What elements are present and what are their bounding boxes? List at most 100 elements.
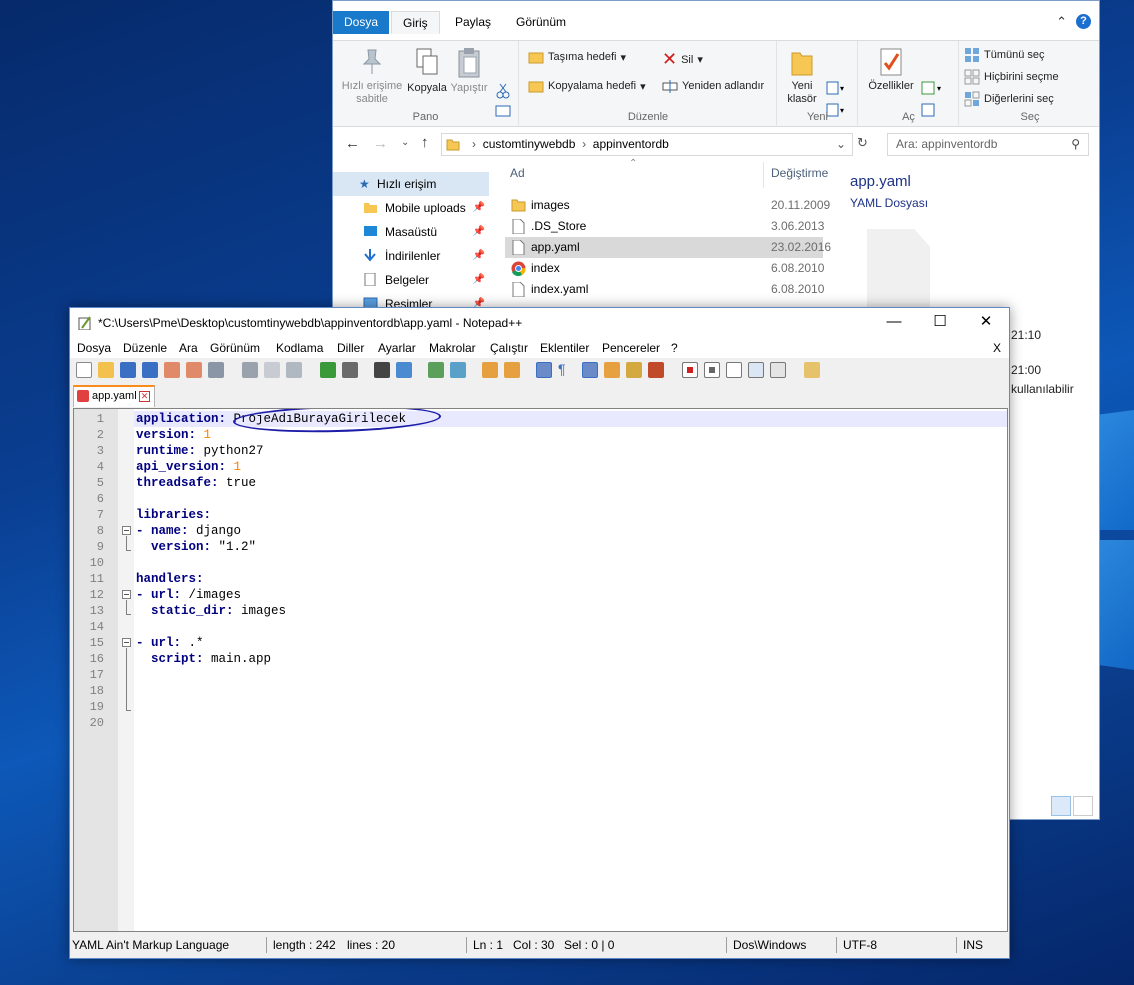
play-macro-icon[interactable]	[726, 362, 742, 378]
file-row[interactable]: images 20.11.2009	[505, 195, 830, 216]
menu-macro[interactable]: Makrolar	[429, 341, 476, 355]
code-line[interactable]: 14	[74, 619, 1007, 635]
menu-view[interactable]: Görünüm	[210, 341, 260, 355]
indent-guide-icon[interactable]	[582, 362, 598, 378]
undo-icon[interactable]	[320, 362, 336, 378]
large-icons-view-icon[interactable]	[1073, 796, 1093, 816]
menu-encoding[interactable]: Kodlama	[276, 341, 323, 355]
close-all-icon[interactable]	[186, 362, 202, 378]
find-icon[interactable]	[374, 362, 390, 378]
zoom-out-icon[interactable]	[450, 362, 466, 378]
window-title-bar[interactable]: *C:\Users\Pme\Desktop\customtinywebdb\ap…	[70, 308, 1009, 338]
nav-mobile-uploads[interactable]: Mobile uploads 📌	[333, 196, 489, 220]
code-line[interactable]: 12 - url: /images	[74, 587, 1007, 603]
file-row[interactable]: .DS_Store 3.06.2013	[505, 216, 824, 237]
paste-icon[interactable]	[286, 362, 302, 378]
save-macro-icon[interactable]	[770, 362, 786, 378]
copy-button[interactable]: Kopyala	[405, 47, 449, 95]
nav-downloads[interactable]: İndirilenler 📌	[333, 244, 489, 268]
new-file-icon[interactable]	[76, 362, 92, 378]
recent-locations-icon[interactable]: ⌄	[401, 137, 409, 148]
up-arrow-icon[interactable]: ↑	[421, 134, 429, 151]
redo-icon[interactable]	[342, 362, 358, 378]
udl-icon[interactable]	[604, 362, 620, 378]
column-header-name[interactable]: Ad	[510, 166, 525, 180]
close-file-icon[interactable]	[164, 362, 180, 378]
menu-search[interactable]: Ara	[179, 341, 198, 355]
code-line[interactable]: 19	[74, 699, 1007, 715]
save-all-icon[interactable]	[142, 362, 158, 378]
code-line[interactable]: 17	[74, 667, 1007, 683]
replace-icon[interactable]	[396, 362, 412, 378]
code-line[interactable]: 8 - name: django	[74, 523, 1007, 539]
code-line[interactable]: 9 version: "1.2"	[74, 539, 1007, 555]
record-macro-icon[interactable]	[682, 362, 698, 378]
rename-button[interactable]: Yeniden adlandır	[662, 78, 764, 94]
breadcrumb-appinventordb[interactable]: appinventordb	[593, 137, 669, 151]
code-line[interactable]: 1 application: ProjeAdıBurayaGirilecek	[74, 411, 1007, 427]
menu-edit[interactable]: Düzenle	[123, 341, 167, 355]
close-button[interactable]: ✕	[963, 308, 1009, 338]
code-line[interactable]: 6	[74, 491, 1007, 507]
copy-icon[interactable]	[264, 362, 280, 378]
menu-help[interactable]: ?	[671, 341, 678, 355]
refresh-icon[interactable]: ↻	[857, 135, 868, 151]
tab-close-icon[interactable]: ✕	[139, 391, 150, 402]
nav-documents[interactable]: Belgeler 📌	[333, 268, 489, 292]
delete-button[interactable]: ✕ Sil ▾	[662, 49, 703, 70]
menu-file[interactable]: Dosya	[77, 341, 111, 355]
move-to-button[interactable]: Taşıma hedefi ▾	[528, 49, 626, 65]
word-wrap-icon[interactable]	[536, 362, 552, 378]
folder-as-workspace-icon[interactable]	[804, 362, 820, 378]
copy-to-button[interactable]: Kopyalama hedefi ▾	[528, 78, 646, 94]
pin-quick-access-button[interactable]: Hızlı erişime sabitle	[337, 47, 407, 106]
doc-map-icon[interactable]	[626, 362, 642, 378]
code-line[interactable]: 16 script: main.app	[74, 651, 1007, 667]
new-folder-button[interactable]: Yeni klasör	[782, 47, 822, 106]
zoom-in-icon[interactable]	[428, 362, 444, 378]
code-line[interactable]: 10	[74, 555, 1007, 571]
forward-arrow-icon[interactable]: →	[373, 135, 388, 152]
maximize-button[interactable]: ☐	[917, 308, 963, 338]
tab-view[interactable]: Görünüm	[505, 11, 577, 34]
sync-vertical-icon[interactable]	[482, 362, 498, 378]
paste-button[interactable]: Yapıştır	[449, 47, 489, 95]
menu-settings[interactable]: Ayarlar	[378, 341, 416, 355]
tab-home[interactable]: Giriş	[391, 11, 440, 34]
fold-toggle-icon[interactable]	[122, 638, 131, 647]
new-item-icon[interactable]: ▾	[826, 81, 848, 97]
menu-language[interactable]: Diller	[337, 341, 364, 355]
ribbon-collapse-icon[interactable]: ⌃	[1056, 14, 1067, 30]
cut-icon[interactable]	[242, 362, 258, 378]
print-icon[interactable]	[208, 362, 224, 378]
code-line[interactable]: 4 api_version: 1	[74, 459, 1007, 475]
menu-plugins[interactable]: Eklentiler	[540, 341, 589, 355]
code-line[interactable]: 13 static_dir: images	[74, 603, 1007, 619]
nav-desktop[interactable]: Masaüstü 📌	[333, 220, 489, 244]
menu-window[interactable]: Pencereler	[602, 341, 660, 355]
code-line[interactable]: 2 version: 1	[74, 427, 1007, 443]
code-line[interactable]: 7 libraries:	[74, 507, 1007, 523]
code-line[interactable]: 5 threadsafe: true	[74, 475, 1007, 491]
code-line[interactable]: 15 - url: .*	[74, 635, 1007, 651]
fold-toggle-icon[interactable]	[122, 526, 131, 535]
select-none-button[interactable]: Hiçbirini seçme	[964, 69, 1059, 85]
file-row[interactable]: index.yaml 6.08.2010	[505, 279, 824, 300]
open-file-icon[interactable]	[98, 362, 114, 378]
menu-run[interactable]: Çalıştır	[490, 341, 528, 355]
nav-quick-access[interactable]: ★ Hızlı erişim	[333, 172, 489, 196]
code-line[interactable]: 11 handlers:	[74, 571, 1007, 587]
code-line[interactable]: 3 runtime: python27	[74, 443, 1007, 459]
save-icon[interactable]	[120, 362, 136, 378]
help-icon[interactable]: ?	[1076, 14, 1091, 29]
invert-selection-button[interactable]: Diğerlerini seç	[964, 91, 1054, 107]
code-line[interactable]: 18	[74, 683, 1007, 699]
column-header-date[interactable]: Değiştirme	[771, 166, 828, 180]
code-line[interactable]: 20	[74, 715, 1007, 731]
open-icon[interactable]: ▾	[921, 81, 947, 97]
search-input[interactable]: Ara: appinventordb ⚲	[887, 133, 1089, 156]
back-arrow-icon[interactable]: ←	[345, 135, 360, 152]
file-row[interactable]: index 6.08.2010	[505, 258, 824, 279]
close-document-button[interactable]: X	[993, 341, 1001, 355]
show-all-chars-icon[interactable]: ¶	[558, 362, 574, 378]
